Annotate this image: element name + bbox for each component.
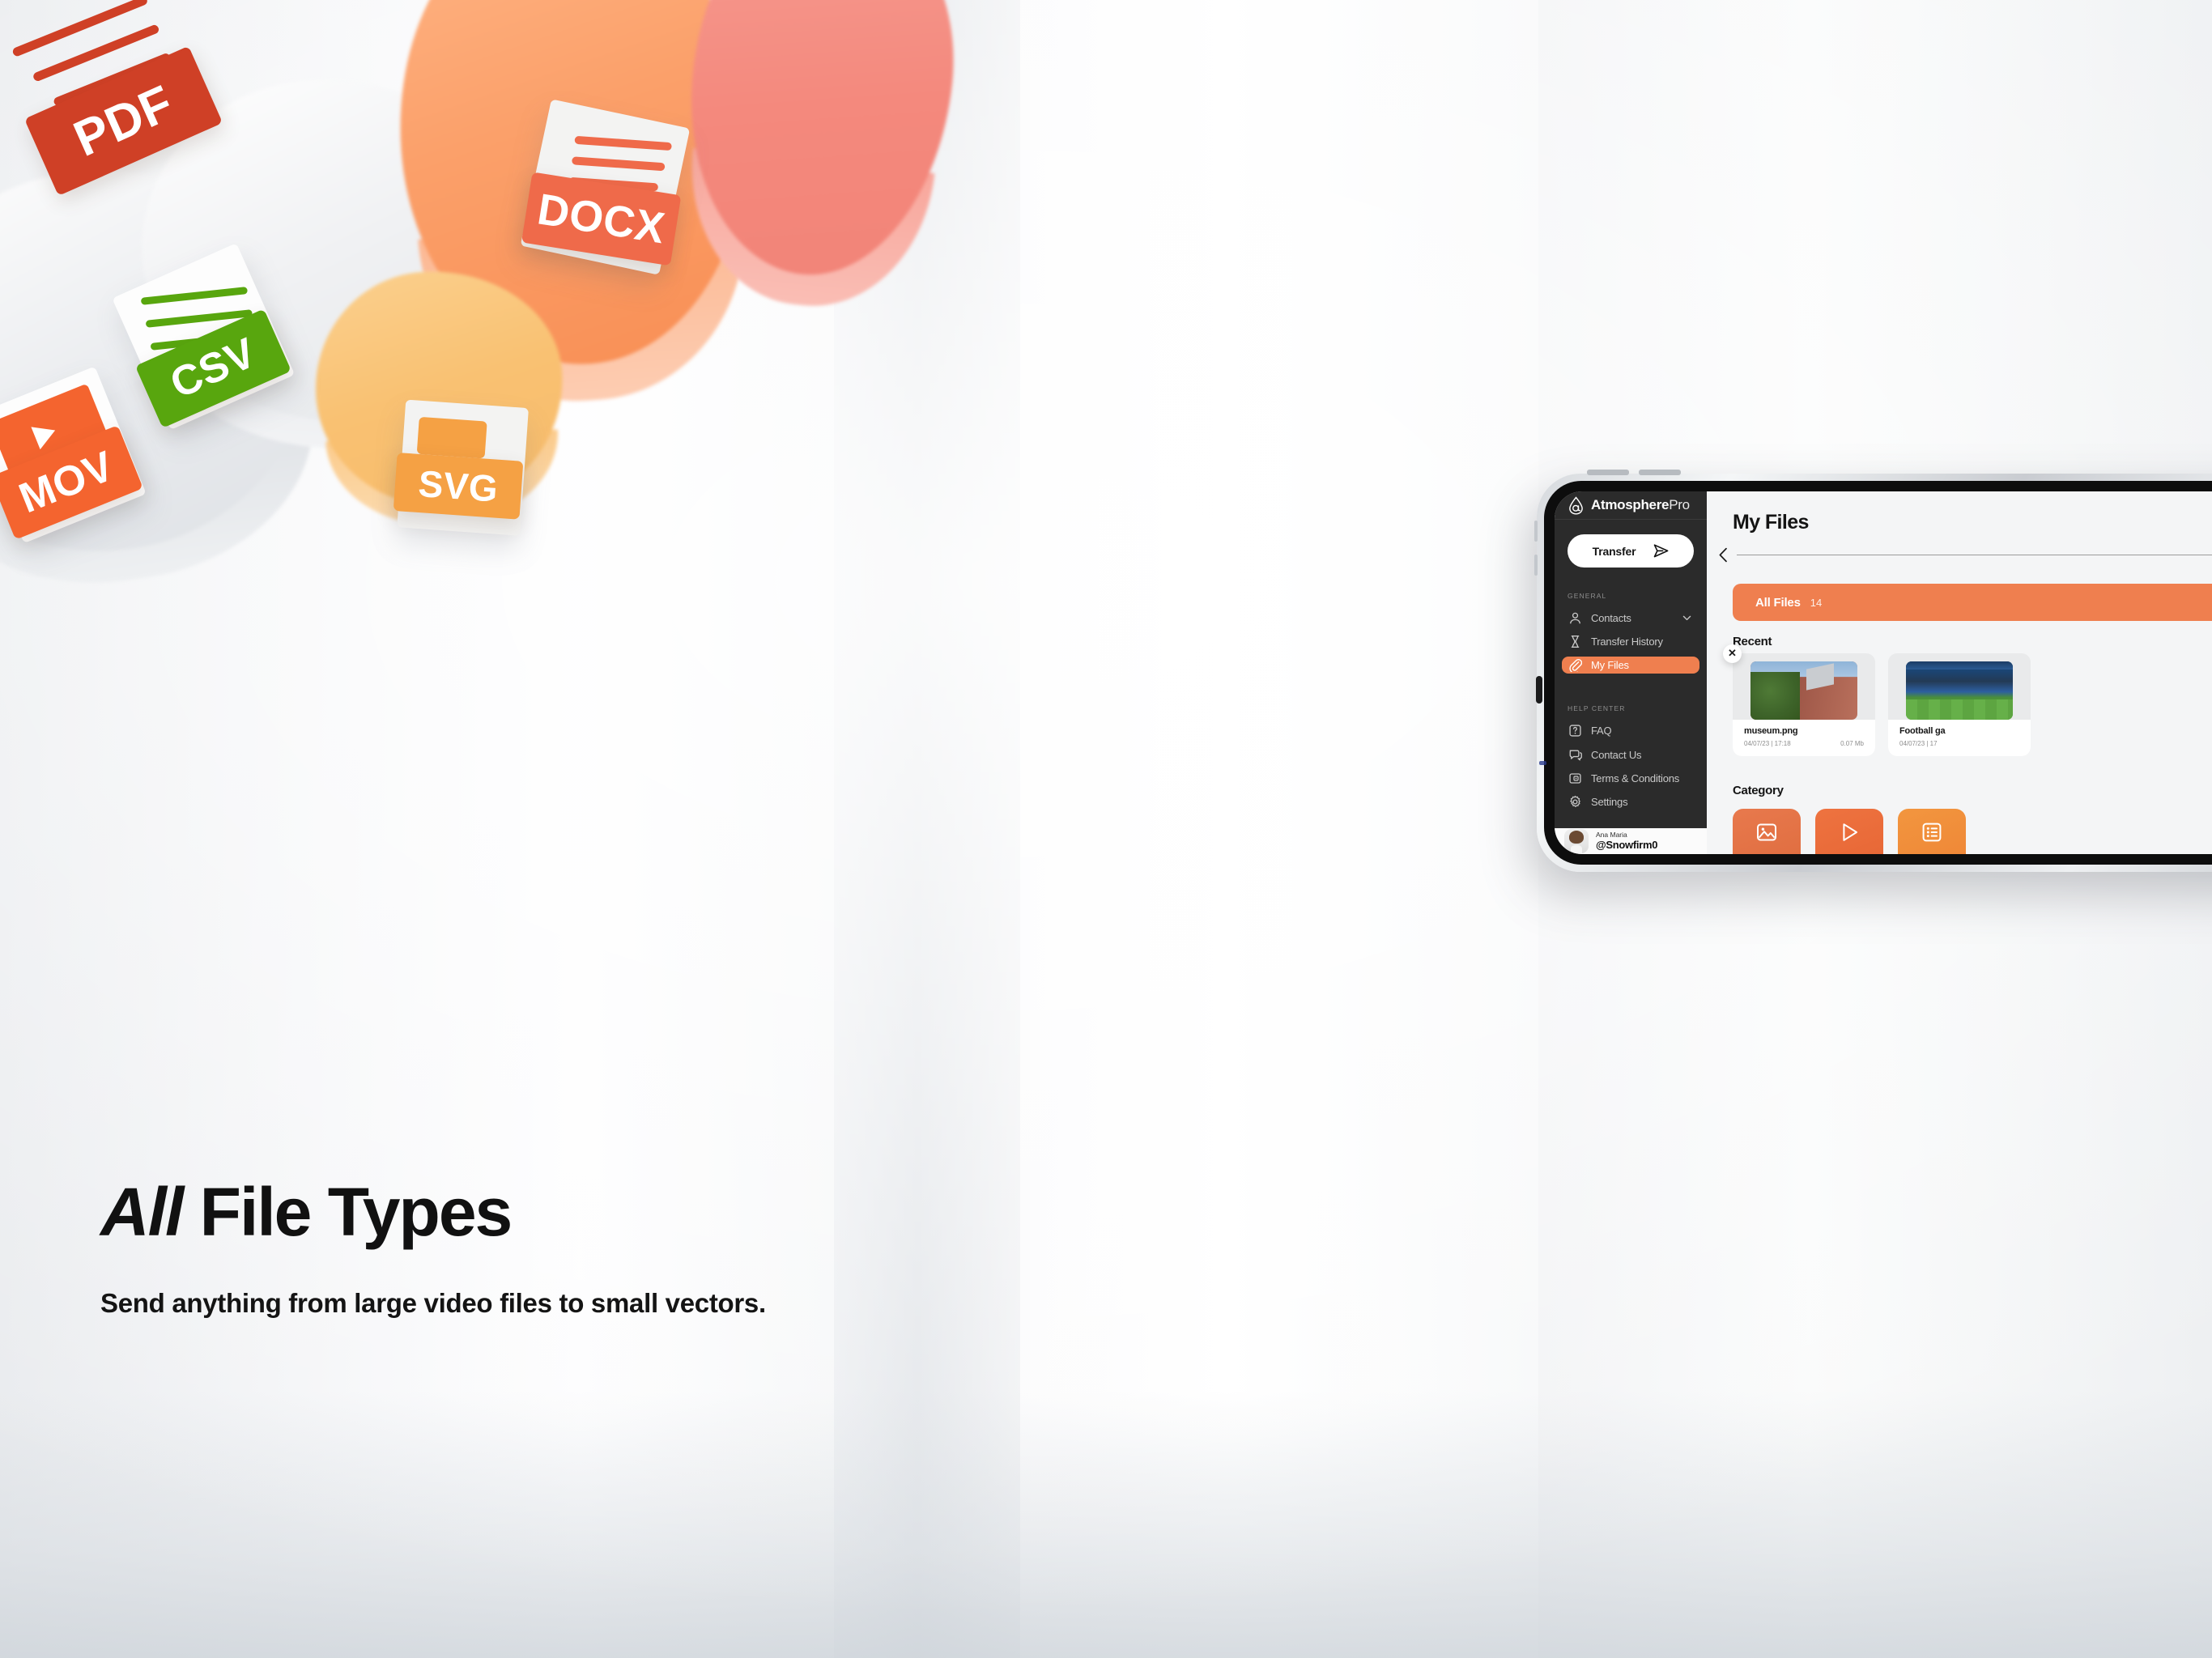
- hero-copy: All File Types Send anything from large …: [100, 1178, 766, 1319]
- chevron-left-icon[interactable]: [1718, 547, 1729, 563]
- volume-up-button[interactable]: [1587, 470, 1629, 475]
- file-name: museum.png: [1744, 725, 1798, 736]
- file-name: Football ga: [1899, 725, 1946, 736]
- file-date: 04/07/23 | 17: [1899, 739, 1938, 747]
- sidebar-item-faq[interactable]: FAQ: [1562, 722, 1699, 739]
- file-date: 04/07/23 | 17:18: [1744, 739, 1791, 747]
- brand-name: AtmospherePro: [1591, 497, 1690, 513]
- sidebar-group-general-label: GENERAL: [1568, 592, 1607, 601]
- gear-icon: [1570, 795, 1580, 807]
- main-title: My Files: [1733, 511, 1809, 534]
- chat-bubbles-icon: [1569, 750, 1582, 760]
- paperclip-icon: [1569, 659, 1582, 673]
- tablet-screen: AtmospherePro Transfer GENERAL Contacts …: [1555, 491, 2212, 854]
- filter-tab-all-files[interactable]: All Files 14: [1733, 584, 2212, 621]
- category-row: Photos 8 Items Videos 8 Items: [1733, 808, 2212, 854]
- sidebar-item-my-files[interactable]: My Files: [1562, 657, 1699, 674]
- recent-files-row: ✕ museum.png 04/07/23 | 17:18 0.07 Mb Fo…: [1723, 644, 2212, 756]
- sidebar-group-help-label: HELP CENTER: [1568, 704, 1626, 713]
- list-item[interactable]: ✕ museum.png 04/07/23 | 17:18 0.07 Mb: [1723, 644, 1875, 756]
- headline-emphasis: All: [100, 1174, 184, 1250]
- file-badge-svg-label: SVG: [393, 453, 524, 520]
- sidebar-item-contacts[interactable]: Contacts: [1562, 610, 1699, 627]
- transfer-button-label: Transfer: [1592, 544, 1636, 558]
- sidebar-item-label: Terms & Conditions: [1591, 772, 1680, 784]
- power-button[interactable]: [1536, 676, 1542, 704]
- sidebar-item-label: Settings: [1591, 795, 1628, 808]
- chevron-down-icon[interactable]: [1682, 614, 1691, 623]
- list-box-icon: [1922, 823, 1942, 842]
- avatar: [1564, 828, 1589, 853]
- user-icon: [1570, 612, 1580, 624]
- category-tile-documents[interactable]: Documents 8 Items: [1898, 808, 1966, 854]
- app-main-panel: My Files All Files 14 Recent ✕ museum.pn…: [1707, 491, 2212, 854]
- send-paper-plane-icon: [1654, 544, 1669, 558]
- category-tile-photos[interactable]: Photos 8 Items: [1733, 808, 1801, 854]
- sidebar-item-label: Contact Us: [1591, 748, 1642, 761]
- thumbnail: [1906, 661, 2013, 720]
- hourglass-icon: [1571, 636, 1580, 648]
- sidebar-item-label: Transfer History: [1591, 636, 1663, 648]
- decorative-blob-salmon: [673, 0, 971, 317]
- file-size: 0.07 Mb: [1840, 739, 1864, 747]
- headline-rest: File Types: [182, 1174, 513, 1250]
- image-icon: [1757, 823, 1776, 841]
- status-led: [1539, 761, 1546, 765]
- category-section-label: Category: [1733, 783, 1784, 797]
- sidebar-item-label: My Files: [1591, 659, 1629, 672]
- tablet-device-mockup: AtmospherePro Transfer GENERAL Contacts …: [1534, 470, 2212, 872]
- question-box-icon: [1569, 725, 1581, 738]
- list-item[interactable]: Football ga 04/07/23 | 17: [1888, 653, 2031, 756]
- file-badge-svg: SVG: [393, 399, 559, 552]
- search-row: [1707, 534, 2212, 563]
- filter-label: All Files: [1755, 595, 1801, 610]
- document-badge-icon: [1569, 772, 1581, 784]
- sidebar-item-label: FAQ: [1591, 725, 1612, 738]
- sidebar-item-contact-us[interactable]: Contact Us: [1562, 746, 1699, 763]
- transfer-button[interactable]: Transfer: [1568, 534, 1694, 568]
- thumbnail: [1750, 661, 1857, 720]
- sidebar-item-terms-conditions[interactable]: Terms & Conditions: [1562, 770, 1699, 787]
- file-badge-docx: DOCX: [518, 99, 718, 292]
- profile-bar[interactable]: Ana Maria @Snowfirm0: [1555, 827, 1707, 854]
- water-drop-at-icon: [1569, 495, 1583, 515]
- profile-handle: @Snowfirm0: [1596, 839, 1658, 852]
- sidebar-item-label: Contacts: [1591, 612, 1631, 625]
- hero-subheadline: Send anything from large video files to …: [100, 1288, 766, 1318]
- filter-count: 14: [1810, 596, 1823, 609]
- volume-down-button[interactable]: [1639, 470, 1681, 475]
- play-icon: [1843, 823, 1857, 842]
- brand-logo[interactable]: AtmospherePro: [1555, 491, 1707, 521]
- sidebar-item-transfer-history[interactable]: Transfer History: [1562, 633, 1699, 650]
- sidebar-item-settings[interactable]: Settings: [1562, 793, 1699, 810]
- category-tile-videos[interactable]: Videos 8 Items: [1815, 808, 1883, 854]
- app-sidebar: AtmospherePro Transfer GENERAL Contacts …: [1555, 491, 1707, 854]
- side-accent-2: [1534, 555, 1538, 576]
- close-icon[interactable]: ✕: [1723, 644, 1742, 663]
- profile-name: Ana Maria: [1596, 831, 1627, 839]
- side-accent-1: [1534, 521, 1538, 542]
- page-title: All File Types: [100, 1178, 766, 1246]
